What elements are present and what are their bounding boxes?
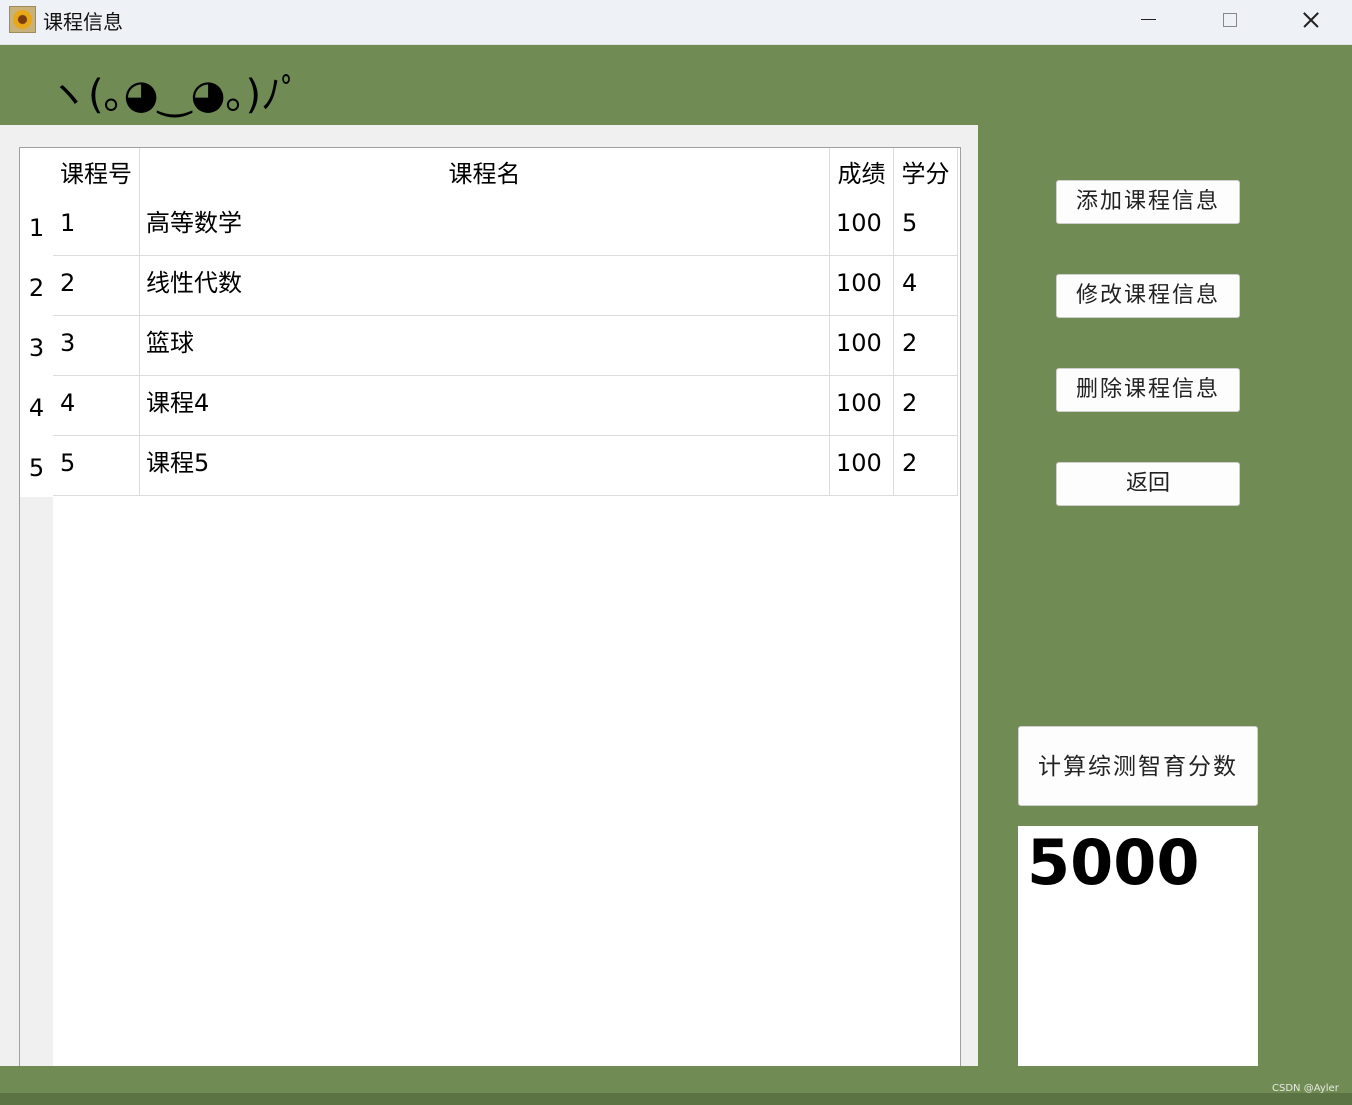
close-button[interactable]: [1280, 0, 1340, 40]
row-number[interactable]: 4: [20, 377, 53, 437]
edit-course-button[interactable]: 修改课程信息: [1056, 274, 1240, 318]
table-cell[interactable]: 100: [830, 196, 894, 256]
table-cell[interactable]: 高等数学: [140, 196, 830, 256]
bottom-strip: [0, 1093, 1352, 1105]
calculate-score-button[interactable]: 计算综测智育分数: [1018, 726, 1258, 806]
table-cell[interactable]: 5: [894, 196, 958, 256]
table-cell[interactable]: 2: [894, 316, 958, 376]
row-number[interactable]: 2: [20, 257, 53, 317]
delete-course-button[interactable]: 删除课程信息: [1056, 368, 1240, 412]
table-cell[interactable]: 4: [894, 256, 958, 316]
table-cell[interactable]: 100: [830, 316, 894, 376]
column-header-course-name[interactable]: 课程名: [140, 148, 830, 197]
watermark-text: CSDN @Ayler: [1272, 1083, 1339, 1094]
table-cell[interactable]: 1: [53, 196, 140, 256]
row-number[interactable]: 5: [20, 437, 53, 497]
result-display: 5000: [1018, 826, 1258, 1066]
table-cell[interactable]: 线性代数: [140, 256, 830, 316]
result-value: 5000: [1027, 826, 1200, 899]
minimize-button[interactable]: [1118, 0, 1178, 40]
column-header-course-id[interactable]: 课程号: [53, 148, 140, 197]
table-cell[interactable]: 5: [53, 436, 140, 496]
table-cell[interactable]: 100: [830, 376, 894, 436]
table-cell[interactable]: 2: [53, 256, 140, 316]
column-header-score[interactable]: 成绩: [830, 148, 894, 197]
maximize-button[interactable]: [1199, 0, 1259, 40]
row-number[interactable]: 3: [20, 317, 53, 377]
row-number[interactable]: 1: [20, 197, 53, 257]
table-cell[interactable]: 3: [53, 316, 140, 376]
course-table[interactable]: 课程号 课程名 成绩 学分 1 1 高等数学 100 5 2 2 线性代数 10…: [19, 147, 961, 1066]
table-cell[interactable]: 100: [830, 436, 894, 496]
window-title: 课程信息: [43, 10, 123, 34]
sunflower-icon: [9, 6, 36, 33]
back-button[interactable]: 返回: [1056, 462, 1240, 506]
column-header-credit[interactable]: 学分: [894, 148, 958, 197]
table-cell[interactable]: 2: [894, 376, 958, 436]
table-cell[interactable]: 课程4: [140, 376, 830, 436]
table-cell[interactable]: 4: [53, 376, 140, 436]
table-cell[interactable]: 2: [894, 436, 958, 496]
kaomoji-label: ヽ(｡◕‿◕｡)ﾉﾟ: [48, 72, 302, 118]
add-course-button[interactable]: 添加课程信息: [1056, 180, 1240, 224]
table-cell[interactable]: 篮球: [140, 316, 830, 376]
table-cell[interactable]: 100: [830, 256, 894, 316]
table-cell[interactable]: 课程5: [140, 436, 830, 496]
title-bar: 课程信息: [0, 0, 1352, 45]
